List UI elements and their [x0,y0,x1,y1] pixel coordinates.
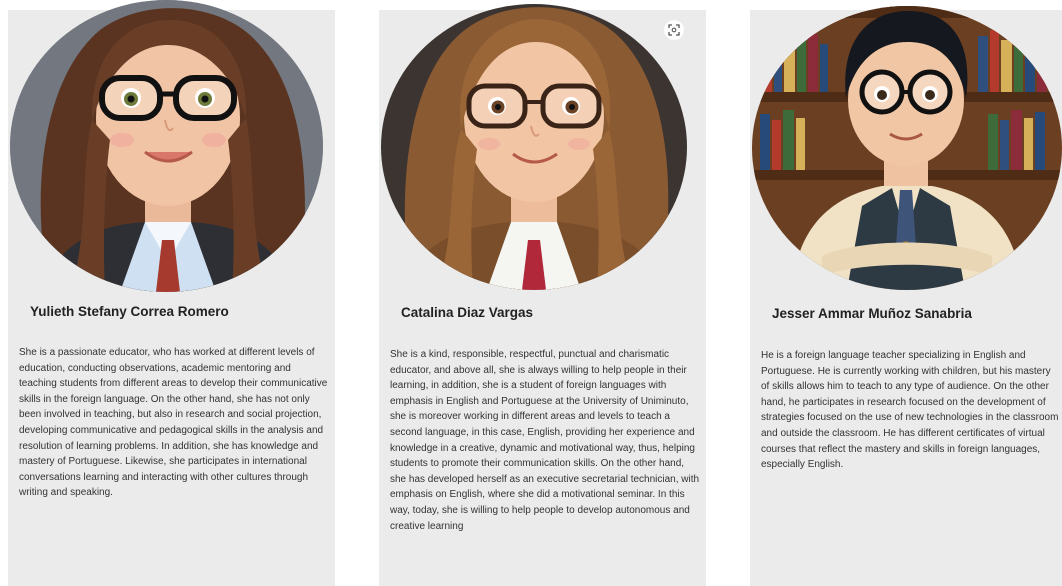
person-bio: She is a kind, responsible, respectful, … [390,349,700,532]
person-bio: He is a foreign language teacher special… [761,350,1059,471]
person-bio: She is a passionate educator, who has wo… [19,347,328,499]
portrait-image-jesser [752,6,1062,290]
team-card-jesser: Jesser Ammar Muñoz Sanabria He is a fore… [750,6,1062,586]
expand-icon [668,24,680,36]
portrait-image-catalina [381,4,687,290]
portrait-image-yulieth [10,0,323,292]
person-name: Catalina Diaz Vargas [401,305,534,320]
person-name: Yulieth Stefany Correa Romero [30,304,229,319]
expand-image-button[interactable] [664,20,684,40]
team-page: Yulieth Stefany Correa Romero She is a p… [0,0,1062,586]
team-card-catalina: Catalina Diaz Vargas She is a kind, resp… [379,4,706,586]
team-card-yulieth: Yulieth Stefany Correa Romero She is a p… [8,0,335,586]
person-name: Jesser Ammar Muñoz Sanabria [772,306,972,321]
